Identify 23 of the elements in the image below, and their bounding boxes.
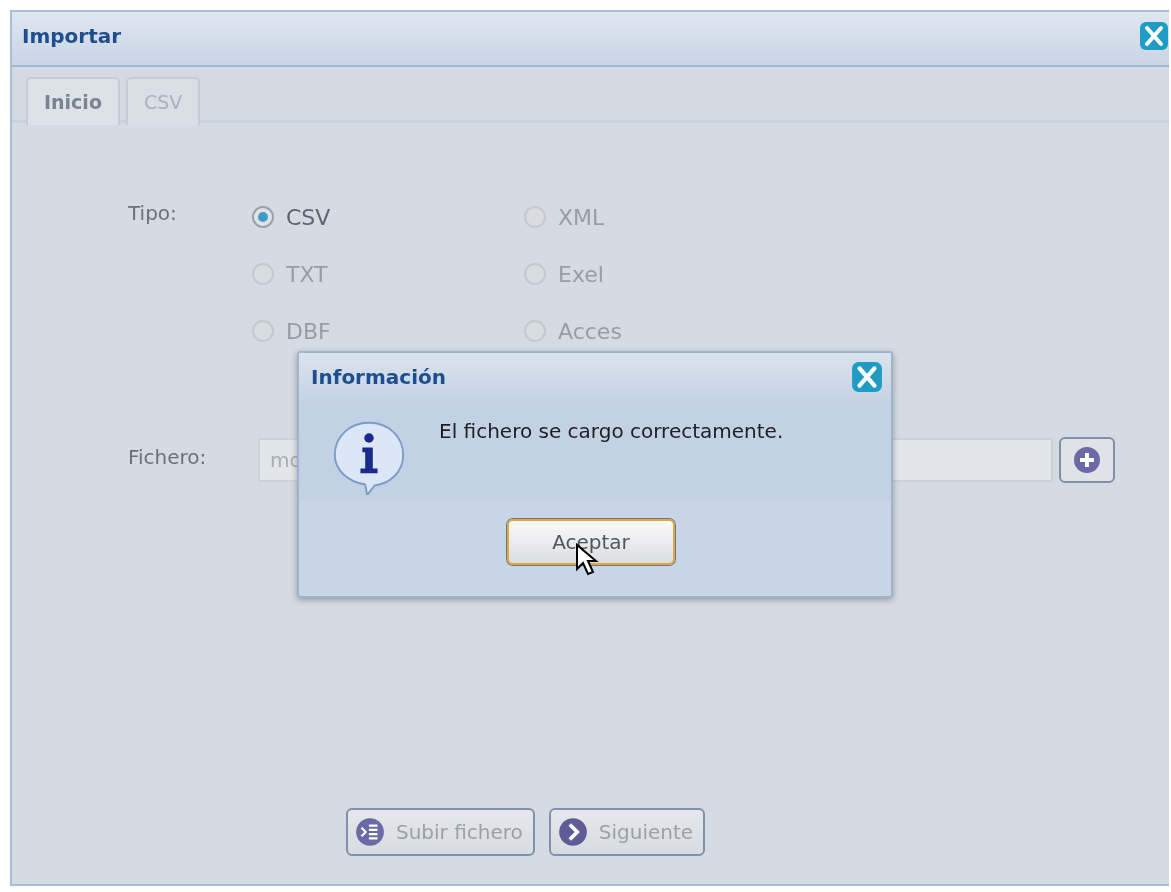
window-title: Importar [22, 23, 122, 48]
info-icon [331, 419, 407, 495]
upload-button[interactable]: Subir fichero [346, 808, 535, 856]
upload-icon [354, 816, 386, 848]
next-button[interactable]: Siguiente [548, 808, 706, 856]
radio-label: TXT [286, 261, 328, 287]
radio-label: Exel [558, 261, 604, 287]
accept-button[interactable]: Aceptar [507, 519, 675, 565]
dialog-message: El fichero se cargo correctamente. [439, 419, 784, 443]
plus-icon [1072, 445, 1102, 475]
radio-label: CSV [286, 204, 331, 230]
add-button[interactable] [1059, 437, 1115, 483]
close-icon[interactable] [1139, 20, 1169, 51]
close-icon[interactable] [851, 361, 883, 393]
radio-label: Acces [558, 318, 622, 344]
tab[interactable]: Inicio [26, 77, 120, 125]
dialog-title: Información [311, 365, 446, 389]
radio-label: DBF [286, 318, 331, 344]
next-icon [556, 816, 589, 848]
field-label: Fichero: [128, 445, 208, 469]
radio-button[interactable] [252, 206, 274, 228]
field-label: Tipo: [128, 201, 178, 227]
radio-label: XML [558, 204, 605, 230]
